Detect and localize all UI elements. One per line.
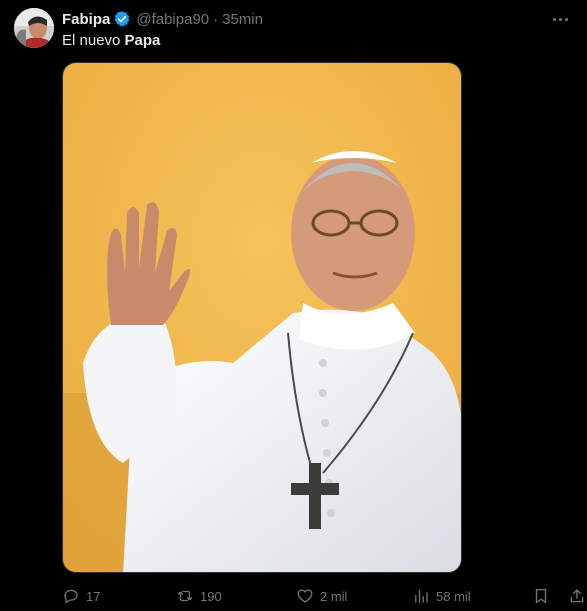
- views-button[interactable]: 58 mil: [412, 584, 471, 608]
- avatar-image: [14, 8, 54, 48]
- tweet-text: El nuevo Papa: [62, 31, 160, 51]
- like-count: 2 mil: [320, 588, 348, 604]
- tweet-header: Fabipa @fabipa90 · 35min: [62, 9, 263, 29]
- share-button[interactable]: [568, 584, 586, 608]
- reply-button[interactable]: 17: [62, 584, 100, 608]
- bookmark-icon: [532, 587, 550, 605]
- action-bar: 17 190 2 mil 58 mil: [62, 584, 584, 608]
- author-handle[interactable]: @fabipa90: [136, 11, 209, 28]
- reply-count: 17: [86, 588, 101, 604]
- retweet-icon: [176, 587, 194, 605]
- retweet-button[interactable]: 190: [176, 584, 222, 608]
- tweet-text-bold: Papa: [124, 32, 161, 49]
- verified-badge-icon: [113, 10, 131, 28]
- share-icon: [568, 587, 586, 605]
- views-count: 58 mil: [436, 588, 471, 604]
- heart-icon: [296, 587, 314, 605]
- retweet-count: 190: [200, 588, 222, 604]
- avatar[interactable]: [14, 8, 54, 48]
- separator-dot: ·: [213, 10, 219, 28]
- reply-icon: [62, 587, 80, 605]
- bookmark-button[interactable]: [532, 584, 550, 608]
- like-button[interactable]: 2 mil: [296, 584, 347, 608]
- views-chart-icon: [412, 587, 430, 605]
- tweet[interactable]: Fabipa @fabipa90 · 35min El nuevo Papa 1…: [0, 0, 587, 611]
- timestamp[interactable]: 35min: [222, 11, 263, 28]
- tweet-photo[interactable]: [62, 62, 462, 573]
- more-icon[interactable]: [549, 9, 571, 29]
- tweet-text-prefix: El nuevo: [62, 32, 125, 49]
- display-name[interactable]: Fabipa: [62, 11, 110, 28]
- pope-photo: [63, 63, 461, 572]
